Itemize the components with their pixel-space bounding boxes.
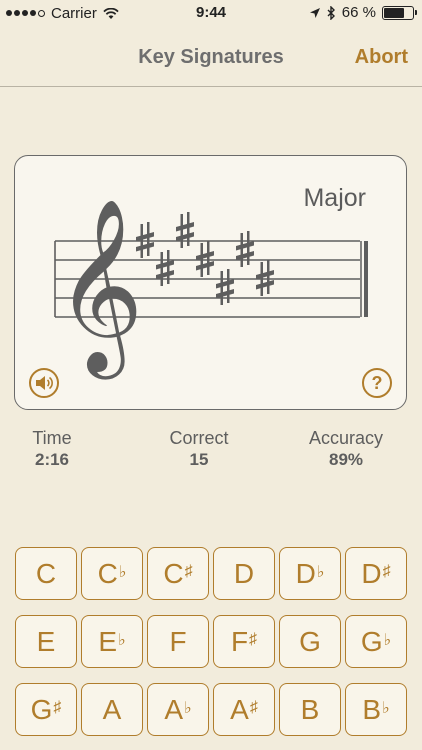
key-letter: F xyxy=(169,625,187,657)
key-button[interactable]: B ♭ xyxy=(345,683,407,736)
key-button[interactable]: D ♯ xyxy=(345,547,407,600)
key-button[interactable]: F xyxy=(147,615,209,668)
sharp-g xyxy=(176,212,194,248)
key-letter: D xyxy=(233,557,255,589)
flat-symbol: ♭ xyxy=(118,563,127,581)
sharp-accidentals xyxy=(136,212,274,305)
key-answer-grid: C C ♭ C ♯ D D ♭ D ♯ E E ♭ F F ♯ G G ♭ G ♯ A A ♭ A ♯ B B ♭ xyxy=(15,547,409,736)
key-button[interactable]: G ♭ xyxy=(345,615,407,668)
staff-with-key-signature: 𝄞 xyxy=(54,198,368,380)
stat-correct: Correct 15 xyxy=(159,428,239,470)
accuracy-label: Accuracy xyxy=(308,428,384,448)
key-button[interactable]: D xyxy=(213,547,275,600)
battery-icon xyxy=(382,5,417,20)
correct-label: Correct xyxy=(169,428,229,448)
key-letter: C xyxy=(35,557,57,589)
battery-percent: 66 % xyxy=(341,4,376,21)
sharp-symbol: ♯ xyxy=(249,698,258,716)
bluetooth-icon xyxy=(327,5,335,20)
key-letter: C xyxy=(163,557,184,589)
time-label: Time xyxy=(32,428,72,448)
key-button[interactable]: G xyxy=(279,615,341,668)
sharp-b xyxy=(256,260,274,296)
key-letter: A xyxy=(102,693,122,725)
key-button[interactable]: G ♯ xyxy=(15,683,77,736)
stat-time: Time 2:16 xyxy=(22,428,82,470)
key-letter: E xyxy=(36,625,56,657)
play-sound-button[interactable] xyxy=(29,368,59,398)
stat-accuracy: Accuracy 89% xyxy=(298,428,394,470)
key-letter: F xyxy=(230,625,249,657)
status-bar: Carrier 9:44 66 % xyxy=(0,0,422,26)
key-letter: C xyxy=(97,557,118,589)
key-button[interactable]: A ♯ xyxy=(213,683,275,736)
treble-clef-icon: 𝄞 xyxy=(55,198,144,380)
sharp-symbol: ♯ xyxy=(382,562,391,580)
key-button[interactable]: A ♭ xyxy=(147,683,209,736)
key-letter: G xyxy=(30,693,53,725)
sharp-d xyxy=(196,241,214,277)
sharp-c xyxy=(156,250,174,286)
key-letter: A xyxy=(230,693,249,725)
key-letter: B xyxy=(362,693,382,725)
key-letter: G xyxy=(360,625,383,657)
location-arrow-icon xyxy=(309,7,320,18)
accuracy-value: 89% xyxy=(328,450,364,469)
flat-symbol: ♭ xyxy=(118,631,126,649)
sharp-e xyxy=(236,231,254,267)
flat-symbol: ♭ xyxy=(383,631,392,649)
flat-symbol: ♭ xyxy=(184,699,192,717)
sharp-symbol: ♯ xyxy=(249,630,258,648)
sharp-symbol: ♯ xyxy=(184,562,193,580)
sharp-a xyxy=(216,269,234,305)
key-button[interactable]: A xyxy=(81,683,143,736)
key-letter: D xyxy=(295,557,316,589)
flat-symbol: ♭ xyxy=(316,563,325,581)
staff-card: Major 𝄞 ? xyxy=(14,155,407,410)
flat-symbol: ♭ xyxy=(382,699,390,717)
key-button[interactable]: C xyxy=(15,547,77,600)
key-button[interactable]: E xyxy=(15,615,77,668)
key-letter: E xyxy=(98,625,118,657)
speaker-icon xyxy=(36,376,53,390)
abort-button[interactable]: Abort xyxy=(355,46,408,69)
time-value: 2:16 xyxy=(34,450,70,469)
nav-bar: Key Signatures Abort xyxy=(0,26,422,87)
key-button[interactable]: F ♯ xyxy=(213,615,275,668)
key-letter: B xyxy=(300,693,320,725)
correct-value: 15 xyxy=(189,450,209,469)
key-button[interactable]: B xyxy=(279,683,341,736)
key-letter: A xyxy=(164,693,184,725)
help-button[interactable]: ? xyxy=(362,368,392,398)
key-button[interactable]: C ♯ xyxy=(147,547,209,600)
key-button[interactable]: E ♭ xyxy=(81,615,143,668)
key-letter: D xyxy=(361,557,382,589)
key-button[interactable]: C ♭ xyxy=(81,547,143,600)
key-button[interactable]: D ♭ xyxy=(279,547,341,600)
sharp-symbol: ♯ xyxy=(53,698,62,716)
key-letter: G xyxy=(299,625,321,657)
